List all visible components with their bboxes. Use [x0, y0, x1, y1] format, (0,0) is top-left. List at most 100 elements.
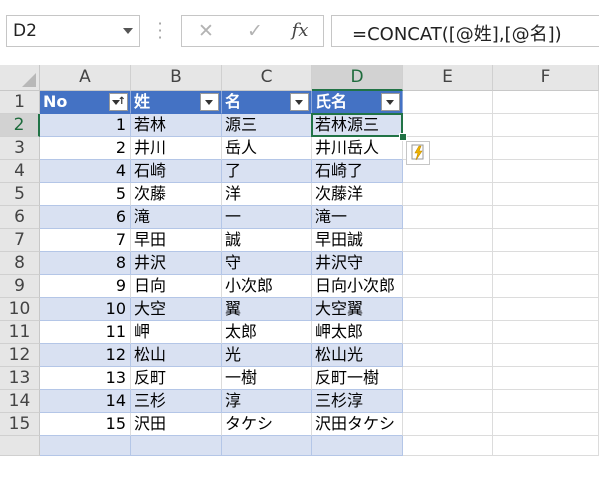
empty-cell[interactable]	[403, 275, 493, 298]
fill-handle[interactable]	[399, 133, 407, 141]
cell-sei[interactable]: 大空	[131, 298, 222, 321]
cell-no[interactable]: 2	[40, 137, 131, 160]
cell-shimei[interactable]: 岬太郎	[312, 321, 403, 344]
empty-cell[interactable]	[493, 137, 599, 160]
filter-button[interactable]	[381, 93, 400, 111]
cell-shimei[interactable]: 松山光	[312, 344, 403, 367]
cell-sei[interactable]: 若林	[131, 114, 222, 137]
row-header-2[interactable]: 2	[0, 114, 40, 137]
empty-cell[interactable]	[493, 275, 599, 298]
empty-cell[interactable]	[403, 183, 493, 206]
cell-mei[interactable]: 一樹	[222, 367, 312, 390]
header-sei[interactable]: 姓	[131, 91, 222, 114]
row-header-13[interactable]: 13	[0, 367, 40, 390]
cell-mei[interactable]: 光	[222, 344, 312, 367]
empty-cell[interactable]	[403, 114, 493, 137]
empty-cell[interactable]	[493, 413, 599, 436]
cell-sei[interactable]: 次藤	[131, 183, 222, 206]
empty-cell[interactable]	[493, 344, 599, 367]
cell-shimei[interactable]: 沢田タケシ	[312, 413, 403, 436]
empty-cell[interactable]	[493, 206, 599, 229]
cell-mei[interactable]: 翼	[222, 298, 312, 321]
empty-cell[interactable]	[403, 321, 493, 344]
sort-filter-button[interactable]: ↑	[109, 93, 128, 111]
cell-shimei[interactable]: 反町一樹	[312, 367, 403, 390]
column-header-c[interactable]: C	[222, 65, 312, 91]
empty-cell[interactable]	[403, 252, 493, 275]
cell-no[interactable]: 14	[40, 390, 131, 413]
cell-sei[interactable]: 日向	[131, 275, 222, 298]
cell-mei[interactable]: 淳	[222, 390, 312, 413]
empty-cell[interactable]	[493, 321, 599, 344]
cell-sei[interactable]: 岬	[131, 321, 222, 344]
cell-mei[interactable]: 洋	[222, 183, 312, 206]
autofill-options-button[interactable]	[406, 141, 430, 165]
header-shimei[interactable]: 氏名	[312, 91, 403, 114]
row-header-3[interactable]: 3	[0, 137, 40, 160]
empty-cell[interactable]	[493, 390, 599, 413]
cell-shimei[interactable]: 滝一	[312, 206, 403, 229]
row-header-5[interactable]: 5	[0, 183, 40, 206]
row-header-8[interactable]: 8	[0, 252, 40, 275]
header-no[interactable]: No ↑	[40, 91, 131, 114]
cell-shimei[interactable]: 井川岳人	[312, 137, 403, 160]
cell-no[interactable]: 13	[40, 367, 131, 390]
cell-mei[interactable]: 了	[222, 160, 312, 183]
row-header-12[interactable]: 12	[0, 344, 40, 367]
empty-cell[interactable]	[493, 114, 599, 137]
header-mei[interactable]: 名	[222, 91, 312, 114]
row-header-1[interactable]: 1	[0, 91, 40, 114]
cell-sei[interactable]: 三杉	[131, 390, 222, 413]
cell-sei[interactable]: 井沢	[131, 252, 222, 275]
cell-sei[interactable]: 石崎	[131, 160, 222, 183]
empty-cell[interactable]	[493, 298, 599, 321]
close-icon[interactable]: ✕	[192, 19, 220, 43]
empty-cell[interactable]	[403, 298, 493, 321]
empty-cell[interactable]	[403, 367, 493, 390]
cell-no[interactable]: 9	[40, 275, 131, 298]
cell-no[interactable]: 6	[40, 206, 131, 229]
column-header-f[interactable]: F	[493, 65, 599, 91]
cell-no[interactable]: 8	[40, 252, 131, 275]
cell-no[interactable]: 7	[40, 229, 131, 252]
empty-cell[interactable]	[403, 229, 493, 252]
empty-cell[interactable]	[493, 252, 599, 275]
cell-shimei[interactable]: 三杉淳	[312, 390, 403, 413]
cell-sei[interactable]: 早田	[131, 229, 222, 252]
cell-sei[interactable]: 沢田	[131, 413, 222, 436]
cell-sei[interactable]: 滝	[131, 206, 222, 229]
cell-shimei[interactable]: 石崎了	[312, 160, 403, 183]
cell-mei[interactable]: 太郎	[222, 321, 312, 344]
row-header-9[interactable]: 9	[0, 275, 40, 298]
filter-button[interactable]	[290, 93, 309, 111]
cell-no[interactable]: 12	[40, 344, 131, 367]
cell-no[interactable]: 10	[40, 298, 131, 321]
cell-mei[interactable]: タケシ	[222, 413, 312, 436]
cell-mei[interactable]: 源三	[222, 114, 312, 137]
cell-no[interactable]: 5	[40, 183, 131, 206]
cell-shimei[interactable]: 大空翼	[312, 298, 403, 321]
cell-sei[interactable]: 松山	[131, 344, 222, 367]
row-header-11[interactable]: 11	[0, 321, 40, 344]
column-header-e[interactable]: E	[403, 65, 493, 91]
empty-cell[interactable]	[493, 367, 599, 390]
cell-shimei[interactable]: 早田誠	[312, 229, 403, 252]
insert-function-button[interactable]: fx	[286, 19, 314, 43]
empty-cell[interactable]	[403, 413, 493, 436]
cell-shimei[interactable]: 次藤洋	[312, 183, 403, 206]
filter-button[interactable]	[200, 93, 219, 111]
cell-mei[interactable]: 守	[222, 252, 312, 275]
cell-no[interactable]: 15	[40, 413, 131, 436]
column-header-a[interactable]: A	[40, 65, 131, 91]
cell-no[interactable]: 11	[40, 321, 131, 344]
name-box[interactable]: D2	[6, 15, 140, 47]
cell-mei[interactable]: 小次郎	[222, 275, 312, 298]
cell-no[interactable]: 4	[40, 160, 131, 183]
check-icon[interactable]: ✓	[241, 19, 269, 43]
more-vertical-icon[interactable]: · · ·	[157, 16, 163, 46]
column-header-b[interactable]: B	[131, 65, 222, 91]
empty-cell[interactable]	[403, 344, 493, 367]
cell-mei[interactable]: 岳人	[222, 137, 312, 160]
select-all-button[interactable]	[0, 65, 40, 91]
row-header-6[interactable]: 6	[0, 206, 40, 229]
